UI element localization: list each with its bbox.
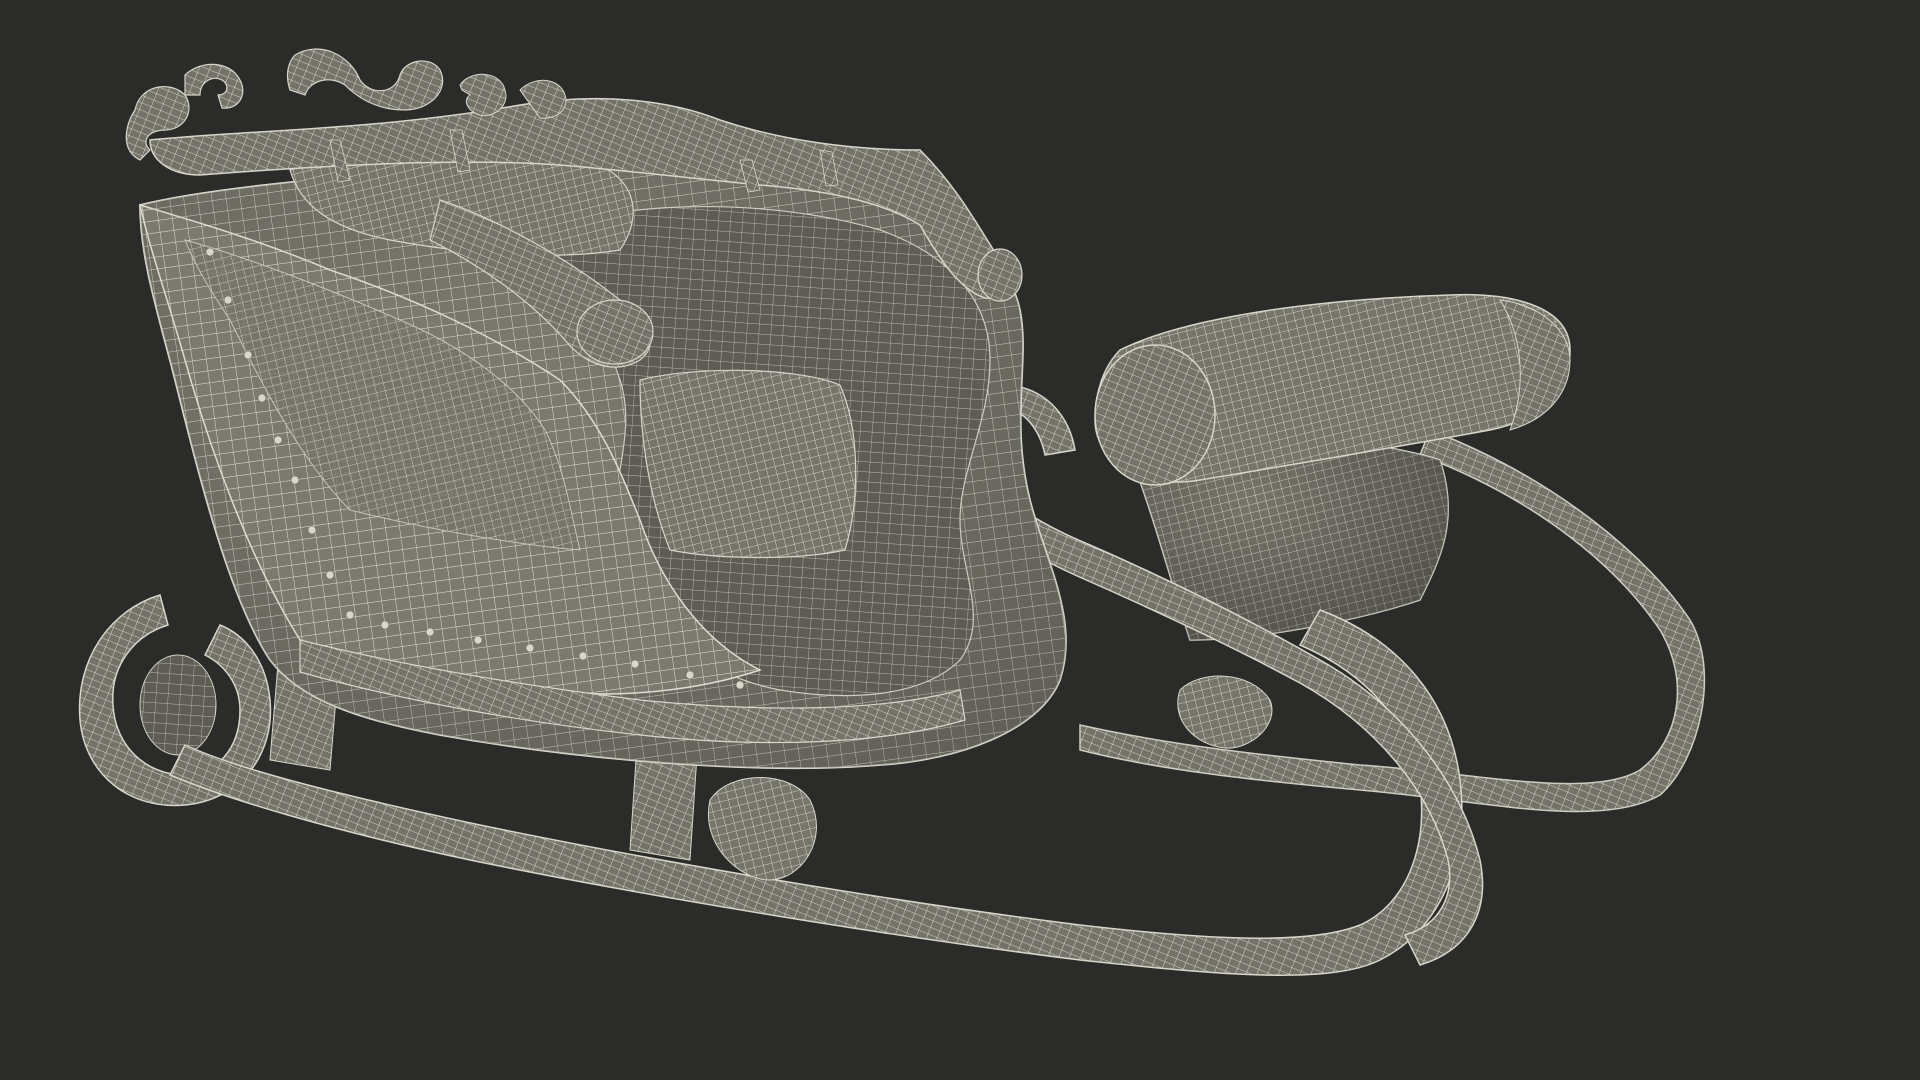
front-roll-cushion	[1094, 293, 1571, 486]
3d-viewport[interactable]	[0, 0, 1920, 1080]
sleigh-wireframe-render	[78, 48, 1706, 976]
